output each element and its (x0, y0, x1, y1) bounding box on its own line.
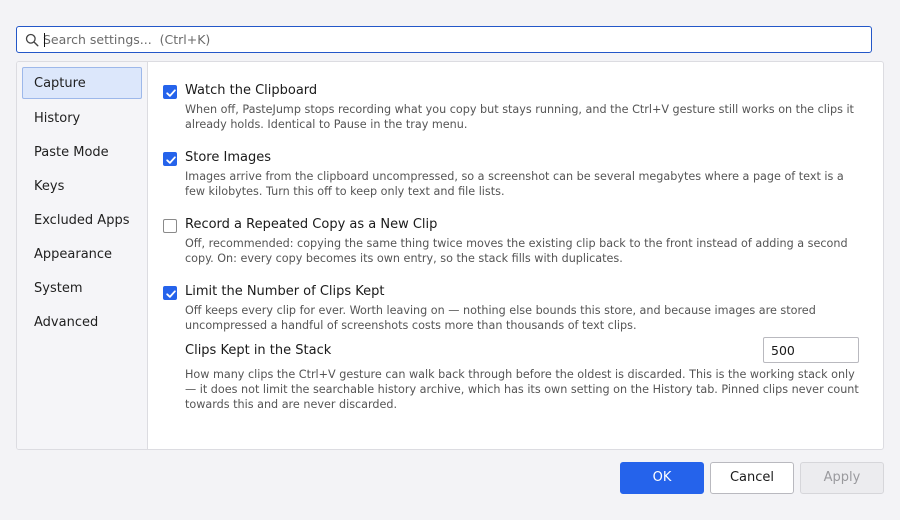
sidebar-item-appearance[interactable]: Appearance (22, 238, 142, 270)
ok-button[interactable]: OK (620, 462, 704, 494)
search-icon (25, 33, 39, 47)
store-images-checkbox[interactable] (163, 152, 177, 166)
checkmark-icon (166, 156, 176, 164)
option-description: Images arrive from the clipboard uncompr… (185, 170, 844, 198)
repeated-copy-checkbox[interactable] (163, 219, 177, 233)
clips-kept-input[interactable] (763, 337, 859, 363)
option-title: Watch the Clipboard (185, 83, 318, 98)
sidebar-item-keys[interactable]: Keys (22, 170, 142, 202)
option-title: Limit the Number of Clips Kept (185, 284, 385, 299)
sidebar-item-advanced[interactable]: Advanced (22, 306, 142, 338)
sidebar-item-capture[interactable]: Capture (22, 67, 142, 99)
text-caret (44, 33, 45, 47)
sidebar-item-paste-mode[interactable]: Paste Mode (22, 136, 142, 168)
checkmark-icon (166, 89, 176, 97)
clips-kept-description: How many clips the Ctrl+V gesture can wa… (185, 368, 859, 411)
option-description: Off keeps every clip for ever. Worth lea… (185, 304, 816, 332)
option-title: Record a Repeated Copy as a New Clip (185, 217, 438, 232)
settings-panel: Capture History Paste Mode Keys Excluded… (16, 61, 884, 450)
sidebar-item-system[interactable]: System (22, 272, 142, 304)
settings-sidebar: Capture History Paste Mode Keys Excluded… (17, 62, 148, 449)
option-description: When off, PasteJump stops recording what… (185, 103, 854, 131)
sidebar-item-excluded-apps[interactable]: Excluded Apps (22, 204, 142, 236)
search-box[interactable] (16, 26, 872, 53)
checkmark-icon (166, 290, 176, 298)
limit-clips-checkbox[interactable] (163, 286, 177, 300)
cancel-button[interactable]: Cancel (710, 462, 794, 494)
apply-button[interactable]: Apply (800, 462, 884, 494)
watch-clipboard-checkbox[interactable] (163, 85, 177, 99)
option-description: Off, recommended: copying the same thing… (185, 237, 848, 265)
settings-content: Watch the Clipboard When off, PasteJump … (148, 62, 883, 449)
clips-kept-label: Clips Kept in the Stack (185, 343, 332, 358)
search-input[interactable] (43, 30, 863, 49)
option-title: Store Images (185, 150, 271, 165)
sidebar-item-history[interactable]: History (22, 102, 142, 134)
